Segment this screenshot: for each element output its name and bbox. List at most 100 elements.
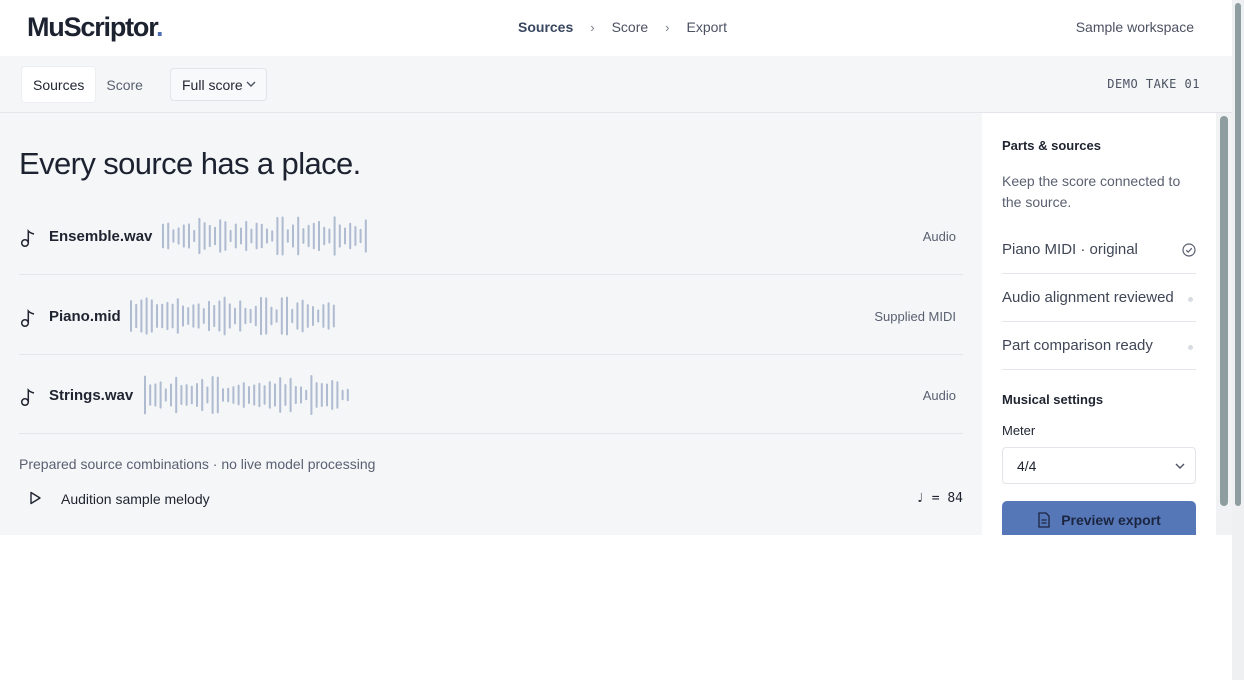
waveform-bar bbox=[237, 384, 240, 406]
waveform-bar bbox=[180, 385, 183, 405]
take-label: DEMO TAKE 01 bbox=[1107, 77, 1200, 91]
waveform-bar bbox=[281, 216, 284, 256]
waveform-bar bbox=[202, 308, 205, 324]
source-name: Piano.mid bbox=[49, 308, 121, 325]
audition-button[interactable]: Audition sample melody bbox=[61, 491, 210, 507]
waveform-bar bbox=[305, 389, 308, 401]
waveform-bar bbox=[248, 385, 250, 405]
waveform-bar bbox=[206, 386, 209, 404]
waveform-bar bbox=[171, 303, 174, 329]
waveform-bar bbox=[222, 388, 224, 402]
waveform-bar bbox=[254, 305, 257, 327]
tab-score[interactable]: Score bbox=[95, 67, 154, 102]
tempo-readout: ♩ = 84 bbox=[916, 491, 963, 506]
waveform-bar bbox=[323, 226, 326, 246]
waveform-bar bbox=[201, 378, 204, 412]
waveform-bar bbox=[175, 376, 178, 414]
waveform-bar bbox=[187, 307, 190, 325]
waveform-bar bbox=[289, 377, 292, 413]
parts-description: Keep the score connected to the source. bbox=[1002, 173, 1181, 210]
chevron-right-icon: › bbox=[665, 19, 670, 35]
waveform-bar bbox=[223, 296, 226, 336]
checklist-item[interactable]: Piano MIDI · original bbox=[1002, 226, 1196, 274]
page-scrollbar[interactable] bbox=[1232, 0, 1244, 680]
waveform-bar bbox=[258, 382, 261, 408]
waveform-bar bbox=[260, 223, 263, 249]
waveform-bar bbox=[349, 222, 352, 250]
music-note-icon bbox=[20, 387, 35, 407]
waveform-bar bbox=[208, 300, 210, 332]
waveform-bar bbox=[333, 216, 336, 256]
waveform-bar bbox=[208, 224, 211, 248]
waveform-bar bbox=[318, 220, 320, 252]
panel-scroll-thumb[interactable] bbox=[1220, 116, 1228, 506]
checklist-item[interactable]: Audio alignment reviewed bbox=[1002, 274, 1196, 322]
source-row-strings[interactable]: Strings.wav Audio bbox=[19, 354, 963, 434]
waveform-bar bbox=[296, 302, 299, 330]
meter-select[interactable]: 4/4 bbox=[1002, 447, 1196, 484]
waveform-bar bbox=[245, 220, 248, 252]
page-scroll-thumb[interactable] bbox=[1235, 3, 1241, 506]
source-kind: Supplied MIDI bbox=[874, 309, 956, 324]
play-icon[interactable] bbox=[28, 491, 42, 505]
waveform-bar bbox=[167, 222, 170, 250]
breadcrumb-sources[interactable]: Sources bbox=[518, 19, 573, 35]
breadcrumb-score[interactable]: Score bbox=[612, 19, 649, 35]
waveform-bar bbox=[359, 228, 362, 244]
waveform-bar bbox=[170, 383, 172, 407]
checklist-item[interactable]: Part comparison ready bbox=[1002, 322, 1196, 370]
waveform-bar bbox=[338, 224, 341, 248]
waveform-bar bbox=[214, 226, 216, 246]
waveform-bar bbox=[232, 386, 235, 404]
waveform-bar bbox=[312, 222, 315, 250]
waveform-bar bbox=[341, 389, 344, 401]
checklist-label: Piano MIDI · original bbox=[1002, 241, 1138, 258]
waveform-bar bbox=[234, 307, 236, 325]
source-row-ensemble[interactable]: Ensemble.wav Audio bbox=[19, 195, 963, 275]
waveform-bar bbox=[317, 309, 320, 323]
waveform-bar bbox=[216, 376, 219, 414]
waveform-bar bbox=[315, 382, 318, 408]
waveform-bar bbox=[265, 297, 268, 335]
waveform-bar bbox=[301, 299, 304, 333]
preview-export-button[interactable]: Preview export bbox=[1002, 501, 1196, 535]
score-select[interactable]: Full score bbox=[170, 68, 267, 101]
waveform-bar bbox=[286, 296, 288, 336]
waveform-bar bbox=[250, 228, 253, 244]
waveform bbox=[162, 216, 367, 256]
waveform-bar bbox=[244, 307, 247, 325]
breadcrumb: Sources › Score › Export bbox=[518, 19, 727, 35]
waveform-bar bbox=[270, 306, 273, 326]
side-panel: Parts & sources Keep the score connected… bbox=[982, 113, 1216, 535]
waveform-bar bbox=[218, 300, 221, 332]
waveform-bar bbox=[249, 308, 252, 324]
waveform bbox=[130, 296, 335, 336]
chevron-right-icon: › bbox=[590, 19, 595, 35]
waveform-bar bbox=[130, 300, 132, 332]
source-row-piano[interactable]: Piano.mid Supplied MIDI bbox=[19, 275, 963, 355]
meter-select-value: 4/4 bbox=[1017, 457, 1037, 474]
waveform-bar bbox=[291, 308, 294, 324]
waveform-bar bbox=[274, 383, 276, 407]
check-circle-icon bbox=[1182, 243, 1196, 257]
waveform-bar bbox=[302, 228, 305, 244]
waveform-bar bbox=[198, 217, 201, 255]
pending-dot-icon bbox=[1188, 297, 1193, 302]
waveform bbox=[144, 375, 349, 415]
logo[interactable]: MuScriptor. bbox=[27, 12, 164, 43]
source-kind: Audio bbox=[922, 388, 956, 403]
waveform-bar bbox=[332, 304, 335, 328]
waveform-bar bbox=[219, 219, 222, 253]
breadcrumb-export[interactable]: Export bbox=[687, 19, 727, 35]
waveform-bar bbox=[271, 230, 274, 242]
waveform-bar bbox=[228, 303, 231, 329]
waveform-bar bbox=[190, 385, 193, 405]
waveform-bar bbox=[279, 377, 282, 413]
panel-scrollbar[interactable] bbox=[1216, 113, 1232, 535]
source-name: Strings.wav bbox=[49, 387, 134, 404]
tab-sources[interactable]: Sources bbox=[22, 67, 96, 102]
settings-heading: Musical settings bbox=[1002, 392, 1104, 407]
waveform-bar bbox=[182, 305, 184, 327]
waveform-bar bbox=[164, 388, 167, 402]
workspace-label[interactable]: Sample workspace bbox=[1076, 19, 1194, 35]
